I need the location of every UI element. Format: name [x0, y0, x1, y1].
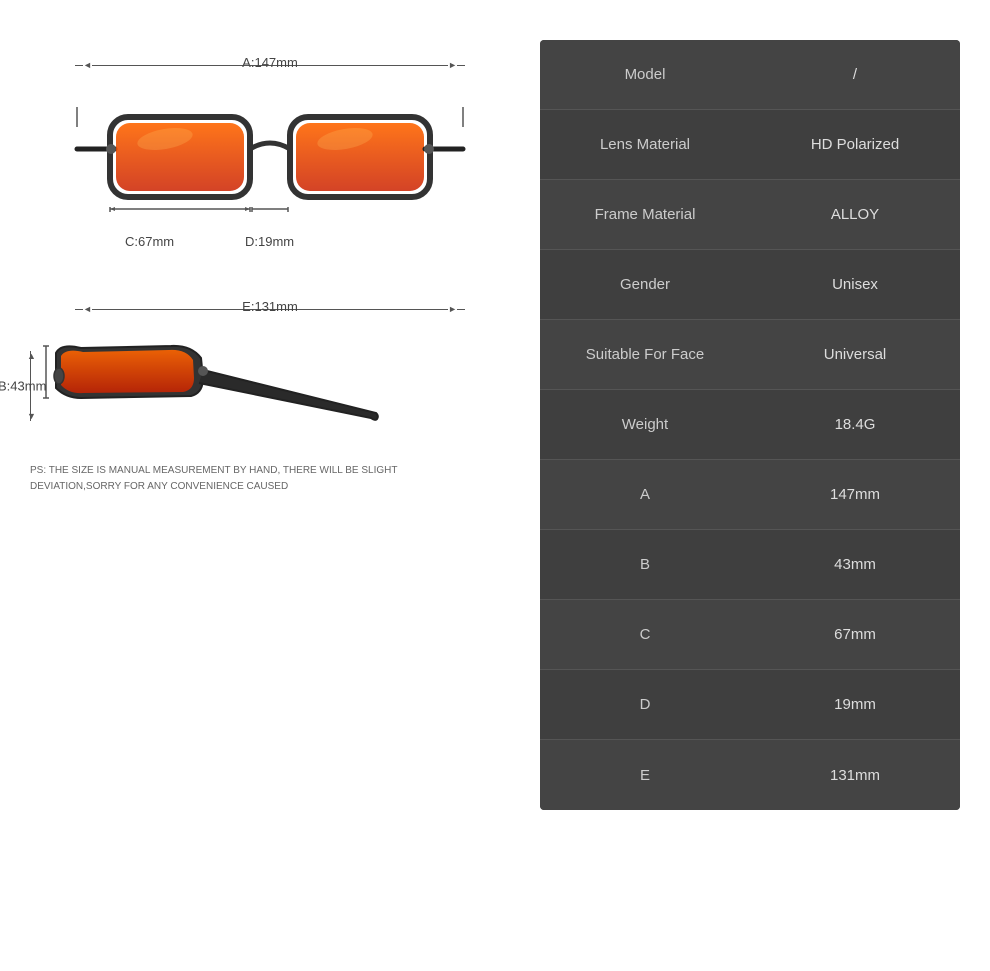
spec-row: D 19mm: [540, 670, 960, 740]
sunglasses-front-view: [75, 74, 465, 234]
main-container: ◄ A:147mm ►: [0, 0, 990, 971]
spec-value-5: 18.4G: [750, 404, 960, 445]
spec-row: E 131mm: [540, 740, 960, 810]
spec-value-1: HD Polarized: [750, 124, 960, 165]
spec-label-8: C: [540, 614, 750, 655]
spec-row: Frame Material ALLOY: [540, 180, 960, 250]
spec-value-8: 67mm: [750, 614, 960, 655]
left-panel: ◄ A:147mm ►: [30, 40, 510, 495]
spec-label-9: D: [540, 684, 750, 725]
spec-value-0: /: [750, 54, 960, 95]
measurement-a-label: A:147mm: [242, 55, 298, 70]
spec-value-3: Unisex: [750, 264, 960, 305]
spec-value-4: Universal: [750, 334, 960, 375]
spec-value-7: 43mm: [750, 544, 960, 585]
measurement-d-label: D:19mm: [245, 234, 294, 249]
spec-label-1: Lens Material: [540, 124, 750, 165]
spec-label-6: A: [540, 474, 750, 515]
spec-label-10: E: [540, 755, 750, 796]
spec-label-4: Suitable For Face: [540, 334, 750, 375]
spec-row: B 43mm: [540, 530, 960, 600]
specs-table: Model / Lens Material HD Polarized Frame…: [540, 40, 960, 810]
spec-label-5: Weight: [540, 404, 750, 445]
spec-value-9: 19mm: [750, 684, 960, 725]
disclaimer-text: PS: THE SIZE IS MANUAL MEASUREMENT BY HA…: [30, 463, 410, 495]
spec-value-10: 131mm: [750, 755, 960, 796]
side-view-section: ◄ E:131mm ► ▲ ▼ B:43mm: [30, 294, 510, 443]
sunglasses-side-view: [41, 328, 381, 443]
spec-row: Gender Unisex: [540, 250, 960, 320]
spec-row: Suitable For Face Universal: [540, 320, 960, 390]
spec-row: Weight 18.4G: [540, 390, 960, 460]
spec-value-2: ALLOY: [750, 194, 960, 235]
spec-row: Model /: [540, 40, 960, 110]
spec-label-3: Gender: [540, 264, 750, 305]
measurement-c-label: C:67mm: [125, 234, 174, 249]
measurement-b-label: B:43mm: [0, 378, 46, 393]
spec-label-7: B: [540, 544, 750, 585]
spec-label-2: Frame Material: [540, 194, 750, 235]
spec-row: C 67mm: [540, 600, 960, 670]
spec-row: A 147mm: [540, 460, 960, 530]
spec-row: Lens Material HD Polarized: [540, 110, 960, 180]
spec-label-0: Model: [540, 54, 750, 95]
measurement-e-label: E:131mm: [242, 299, 298, 314]
front-view-section: ◄ A:147mm ►: [30, 60, 510, 264]
spec-value-6: 147mm: [750, 474, 960, 515]
